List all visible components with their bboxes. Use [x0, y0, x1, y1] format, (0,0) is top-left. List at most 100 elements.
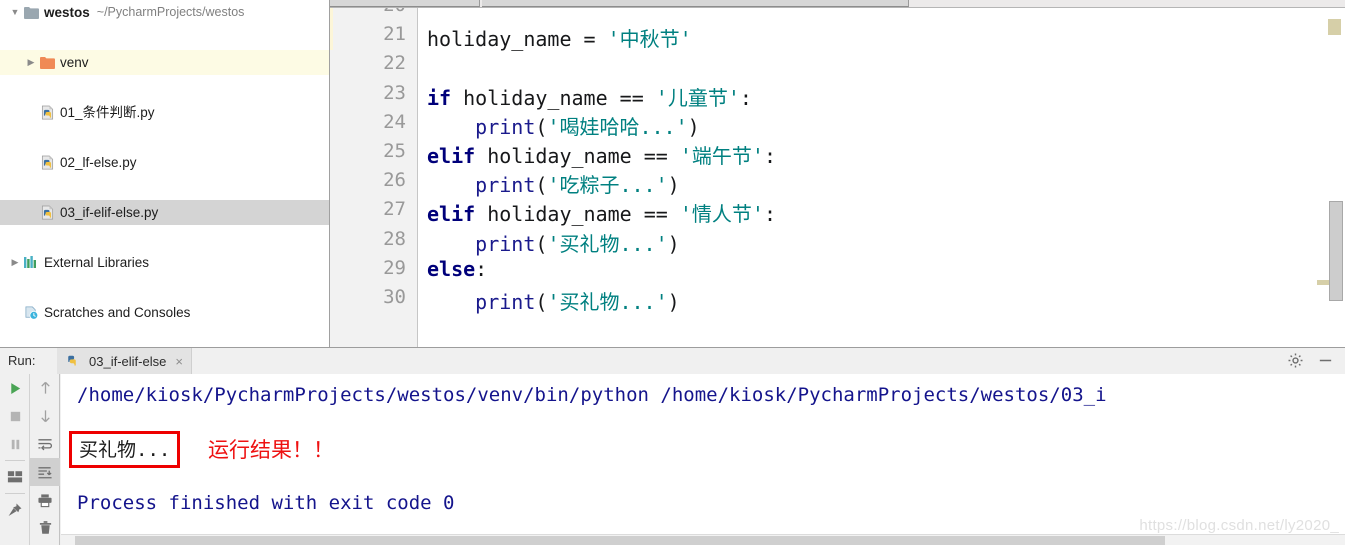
folder-orange-icon [38, 54, 56, 72]
code-token: '中秋节' [607, 27, 692, 52]
pause-button[interactable] [0, 430, 30, 458]
line-number: 23 [383, 81, 406, 104]
folder-module-icon [22, 4, 40, 22]
scratches-icon [22, 304, 40, 322]
stop-button[interactable] [0, 402, 30, 430]
sidebar-item-label: westos [44, 5, 90, 20]
tree-spacer: ▶ [24, 200, 38, 225]
run-toolbar [0, 374, 60, 545]
scrollbar-thumb[interactable] [75, 536, 1165, 545]
sidebar-item-label: 02_lf-else.py [60, 155, 137, 170]
project-tool-window: ▼ westos ~/PycharmProjects/westos ▶ venv… [0, 0, 330, 347]
pin-icon[interactable] [0, 496, 30, 524]
code-line[interactable]: print('喝娃哈哈...') [427, 111, 700, 140]
line-number: 21 [383, 23, 406, 46]
code-token: : [763, 144, 777, 168]
editor-tab-1[interactable] [330, 0, 480, 7]
line-number: 27 [383, 198, 406, 221]
python-file-icon [63, 352, 81, 370]
minimize-icon[interactable] [1317, 352, 1335, 370]
sidebar-item-label: 01_条件判断.py [60, 105, 155, 120]
line-number: 24 [383, 110, 406, 133]
code-token: ) [687, 114, 700, 139]
watermark-text: https://blog.csdn.net/ly2020_ [1139, 517, 1339, 534]
chevron-right-icon[interactable]: ▶ [8, 250, 22, 275]
editor-vertical-scrollbar[interactable] [1329, 201, 1343, 301]
sidebar-item-venv[interactable]: ▶ venv [0, 50, 329, 75]
sidebar-item-03-if-elif-else[interactable]: ▶ 03_if-elif-else.py [0, 200, 329, 225]
run-title-label: Run: [8, 353, 36, 368]
code-token: print [475, 231, 536, 256]
toolbar-separator [4, 460, 25, 461]
code-token: else [427, 256, 476, 281]
sidebar-item-02-if-else[interactable]: ▶ 02_lf-else.py [0, 150, 329, 175]
pycharm-window: ▼ westos ~/PycharmProjects/westos ▶ venv… [0, 0, 1345, 545]
code-token: : [475, 256, 488, 281]
python-file-icon [38, 154, 56, 172]
code-token: print [475, 114, 536, 139]
code-token: '情人节' [679, 202, 764, 227]
toolbar-separator [4, 493, 25, 494]
code-token: ( [535, 231, 548, 256]
code-token: '儿童节' [655, 85, 740, 110]
code-token: print [475, 290, 536, 314]
libraries-icon [22, 254, 40, 272]
annotation-text: 运行结果！！ [208, 439, 334, 462]
printer-icon[interactable] [30, 486, 60, 514]
code-token: : [739, 85, 752, 110]
run-tab-label: 03_if-elif-else [89, 353, 167, 369]
code-token: ( [535, 114, 548, 139]
code-line[interactable]: elif holiday_name == '情人节': [427, 198, 776, 227]
code-token: '喝娃哈哈...' [547, 114, 688, 139]
line-number: 29 [383, 256, 406, 279]
code-token: if [427, 85, 452, 110]
soft-wrap-icon[interactable] [30, 430, 60, 458]
line-number: 26 [383, 169, 406, 192]
code-token: '买礼物...' [547, 231, 668, 256]
restore-layout-button[interactable] [0, 463, 30, 491]
code-token: ( [535, 290, 548, 314]
run-configuration-tab[interactable]: 03_if-elif-else × [57, 348, 192, 374]
console-horizontal-scrollbar[interactable] [61, 534, 1345, 545]
editor-tab-2[interactable] [482, 0, 909, 7]
chevron-down-icon[interactable]: ▼ [8, 0, 22, 25]
run-header: Run: 03_if-elif-else × [0, 348, 1345, 374]
run-tool-window: Run: 03_if-elif-else × /home/kiosk/Pycha… [0, 347, 1345, 545]
sidebar-item-01-tiaojianpanduan[interactable]: ▶ 01_条件判断.py [0, 100, 329, 125]
trash-icon[interactable] [30, 514, 60, 542]
code-token: elif [427, 144, 476, 168]
code-token: : [763, 202, 777, 227]
sidebar-item-label: venv [60, 55, 89, 70]
python-file-icon [38, 104, 56, 122]
sidebar-item-scratches-and-consoles[interactable]: ▶ Scratches and Consoles [0, 300, 329, 325]
program-output-text: 买礼物... [79, 439, 171, 461]
code-line[interactable]: print('买礼物...') [427, 228, 680, 257]
editor-marker-top [1328, 19, 1341, 35]
editor-gutter[interactable]: 20 21 22 23 24 25 26 27 28 29 30 [330, 8, 418, 347]
code-line[interactable]: print('吃粽子...') [427, 169, 680, 198]
code-line[interactable]: holiday_name = '中秋节' [427, 23, 692, 52]
gear-icon[interactable] [1287, 352, 1305, 370]
code-token: ) [667, 231, 680, 256]
arrow-down-icon[interactable] [30, 402, 60, 430]
sidebar-item-external-libraries[interactable]: ▶ External Libraries [0, 250, 329, 275]
rerun-button[interactable] [0, 374, 30, 402]
arrow-up-icon[interactable] [30, 374, 60, 402]
code-line[interactable]: else: [427, 257, 487, 281]
code-token: holiday_name == [475, 202, 680, 227]
tree-spacer: ▶ [24, 150, 38, 175]
program-output-highlight-box: 买礼物... [69, 431, 181, 468]
sidebar-item-westos[interactable]: ▼ westos ~/PycharmProjects/westos [0, 0, 329, 25]
code-line[interactable]: elif holiday_name == '端午节': [427, 140, 776, 169]
code-line[interactable]: if holiday_name == '儿童节': [427, 82, 752, 111]
code-token: elif [427, 202, 476, 227]
chevron-right-icon[interactable]: ▶ [24, 50, 38, 75]
editor-code-area[interactable]: holiday_name = '中秋节' if holiday_name == '… [419, 8, 1345, 347]
code-line[interactable]: print('买礼物...') [427, 286, 680, 315]
code-token: '吃粽子...' [547, 173, 668, 198]
scroll-to-end-icon[interactable] [30, 458, 60, 486]
sidebar-item-label: External Libraries [44, 255, 150, 270]
close-icon[interactable]: × [175, 354, 183, 369]
code-editor[interactable]: 20 21 22 23 24 25 26 27 28 29 30 holiday_name = '中… [330, 8, 1345, 347]
